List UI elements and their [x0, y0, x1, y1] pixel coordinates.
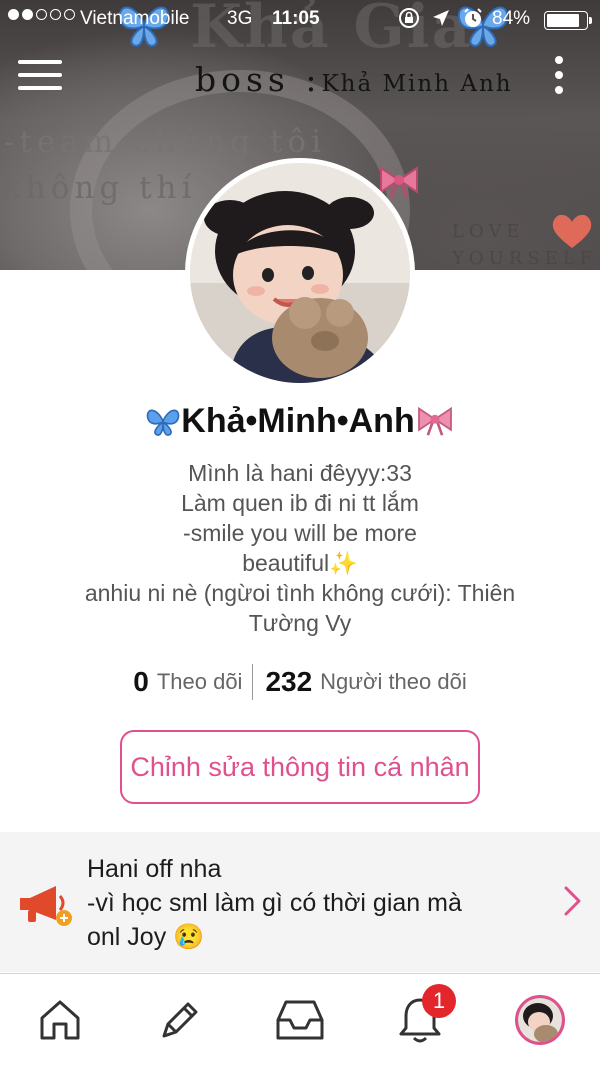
bio-line: Làm quen ib đi ni tt lắm	[181, 490, 419, 516]
bio-line: anhiu ni nè (ngừoi tình không cưới): Thi…	[84, 580, 516, 606]
cover-team-text: -team chúng tôi	[4, 124, 327, 160]
battery-level-fill	[547, 14, 579, 27]
butterfly-icon	[147, 409, 180, 436]
notification-badge: 1	[422, 984, 456, 1018]
status-bar: Vietnamobile 3G 11:05 84%	[0, 0, 600, 40]
profile-avatar[interactable]	[185, 158, 415, 388]
followers-count[interactable]: 232	[265, 666, 312, 698]
signal-strength-icon	[8, 9, 75, 20]
tab-inbox[interactable]	[272, 992, 328, 1048]
status-message-line: onl Joy 😢	[87, 923, 205, 951]
battery-percent: 84%	[492, 8, 531, 29]
clock: 11:05	[272, 8, 320, 29]
heart-icon	[552, 214, 592, 248]
rotation-lock-icon	[399, 8, 419, 28]
status-message-banner[interactable]: Hani off nha -vì học sml làm gì có thời …	[0, 832, 600, 972]
follow-stats: 0 Theo dõi 232 Người theo dõi	[0, 662, 600, 702]
megaphone-icon	[20, 886, 72, 926]
bio-line: Mình là hani đêyyy:33	[188, 460, 412, 486]
cover-boss-line: boss :Khả Minh Anh	[195, 60, 513, 99]
tab-profile-avatar[interactable]	[515, 995, 565, 1045]
tab-write[interactable]	[152, 992, 208, 1048]
cover-team-text-2: không thí	[2, 170, 197, 206]
profile-name-text: Khả•Minh•Anh	[181, 402, 415, 440]
profile-bio: Mình là hani đêyyy:33 Làm quen ib đi ni …	[40, 458, 560, 638]
tab-home[interactable]	[32, 992, 88, 1048]
stats-divider	[252, 664, 254, 700]
location-arrow-icon	[433, 10, 449, 26]
inbox-icon	[276, 1000, 324, 1040]
bio-line: -smile you will be more	[183, 520, 417, 546]
carrier-name: Vietnamobile	[80, 8, 190, 29]
edit-profile-button[interactable]: Chỉnh sửa thông tin cá nhân	[120, 730, 480, 804]
ribbon-icon	[417, 406, 452, 436]
followers-label[interactable]: Người theo dõi	[320, 669, 467, 695]
more-options-button[interactable]	[548, 56, 570, 102]
chevron-right-icon	[564, 886, 581, 916]
profile-name: Khả•Minh•Anh	[0, 402, 600, 441]
status-message-line: Hani off nha	[87, 855, 222, 883]
alarm-icon	[464, 8, 482, 27]
network-type: 3G	[227, 8, 253, 29]
status-icons	[398, 7, 484, 29]
following-label[interactable]: Theo dõi	[157, 669, 243, 695]
bio-line: Tường Vy	[248, 610, 352, 636]
bio-line: beautiful✨	[242, 550, 358, 576]
menu-button[interactable]	[18, 60, 62, 94]
following-count[interactable]: 0	[133, 666, 149, 698]
avatar-thumbnail	[518, 998, 562, 1042]
status-message-line: -vì học sml làm gì có thời gian mà	[87, 889, 462, 917]
avatar-photo	[190, 163, 410, 383]
bottom-tab-bar	[0, 973, 600, 1065]
status-message-text: Hani off nha -vì học sml làm gì có thời …	[87, 852, 537, 954]
home-icon	[40, 1000, 80, 1040]
pencil-icon	[162, 1002, 198, 1038]
cover-boss-label: boss :	[195, 60, 322, 99]
cover-boss-name: Khả Minh Anh	[321, 71, 513, 97]
battery-icon	[544, 11, 592, 30]
